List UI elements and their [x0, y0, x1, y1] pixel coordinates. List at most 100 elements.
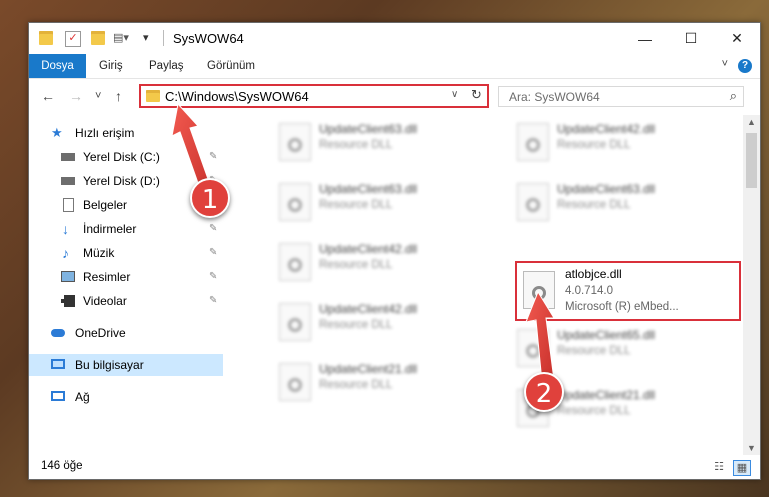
- file-description: Resource DLL: [319, 379, 393, 391]
- pin-icon[interactable]: ✎: [209, 218, 217, 240]
- up-button[interactable]: ↑: [115, 88, 122, 104]
- window-title: SysWOW64: [173, 31, 244, 46]
- computer-icon: [51, 359, 65, 369]
- pin-icon[interactable]: ✎: [209, 242, 217, 264]
- drive-icon: [61, 153, 75, 161]
- file-name: UpdateClient63.dll: [557, 182, 656, 196]
- item-count: 146 öğe: [41, 460, 83, 472]
- cloud-icon: [51, 329, 65, 337]
- close-button[interactable]: ✕: [714, 23, 760, 54]
- file-tile[interactable]: UpdateClient63.dll Resource DLL: [513, 179, 743, 235]
- sidebar-item-onedrive[interactable]: OneDrive: [29, 322, 223, 344]
- pictures-icon: [61, 271, 75, 282]
- download-icon: ↓: [62, 221, 69, 237]
- dll-file-icon: [279, 123, 311, 161]
- refresh-icon[interactable]: ↻: [471, 87, 482, 103]
- status-bar: 146 öğe ☷ ▦: [29, 455, 760, 479]
- search-box[interactable]: Ara: SysWOW64 ⌕: [498, 86, 744, 107]
- folder-icon: [146, 90, 160, 102]
- file-name: UpdateClient42.dll: [319, 302, 418, 316]
- tab-home[interactable]: Giriş: [99, 54, 123, 78]
- search-input[interactable]: Ara: SysWOW64: [509, 90, 600, 104]
- sidebar-item-this-pc[interactable]: Bu bilgisayar: [29, 354, 223, 376]
- file-description: Resource DLL: [557, 405, 631, 417]
- sidebar-item-label: Hızlı erişim: [75, 126, 135, 140]
- file-name: UpdateClient42.dll: [319, 242, 418, 256]
- navigation-bar: ← → ˅ ↑ C:\Windows\SysWOW64 ∨ ↻ Ara: Sys…: [29, 79, 760, 115]
- sidebar-item-pictures[interactable]: Resimler ✎: [29, 266, 223, 288]
- sidebar-item-label: Belgeler: [83, 198, 128, 212]
- network-icon: [51, 391, 65, 401]
- file-name: UpdateClient63.dll: [319, 122, 418, 136]
- quick-access-toolbar-icon[interactable]: ▤▾: [113, 31, 129, 45]
- annotation-badge-2: 2: [524, 372, 564, 412]
- file-tile[interactable]: UpdateClient63.dll Resource DLL: [275, 119, 505, 175]
- address-dropdown-icon[interactable]: ∨: [451, 89, 458, 100]
- file-tile[interactable]: UpdateClient63.dll Resource DLL: [275, 179, 505, 235]
- customize-toolbar-icon[interactable]: ▾: [143, 31, 157, 45]
- document-icon: [63, 198, 74, 212]
- scroll-down-icon[interactable]: ▼: [747, 443, 756, 453]
- sidebar-item-network[interactable]: Ağ: [29, 386, 223, 408]
- sidebar-item-label: İndirmeler: [83, 222, 137, 236]
- vertical-scrollbar[interactable]: ▲ ▼: [743, 115, 760, 455]
- file-tile[interactable]: UpdateClient21.dll Resource DLL: [275, 359, 505, 415]
- file-explorer-window: ✓ ▤▾ ▾ SysWOW64 — ☐ ✕ Dosya Giriş Paylaş…: [28, 22, 761, 480]
- file-description: Resource DLL: [319, 259, 393, 271]
- file-name: UpdateClient21.dll: [319, 362, 418, 376]
- sidebar-item-label: OneDrive: [75, 326, 126, 340]
- maximize-button[interactable]: ☐: [668, 23, 714, 54]
- annotation-badge-1: 1: [190, 178, 230, 218]
- dll-file-icon: [517, 183, 549, 221]
- sidebar-item-label: Müzik: [83, 246, 115, 260]
- sidebar-item-label: Videolar: [83, 294, 127, 308]
- file-description: Resource DLL: [319, 319, 393, 331]
- music-icon: ♪: [62, 245, 69, 261]
- back-button[interactable]: ←: [41, 88, 55, 104]
- recent-locations-button[interactable]: ˅: [95, 90, 101, 102]
- tiles-view-icon[interactable]: ▦: [733, 460, 751, 476]
- dll-file-icon: [279, 183, 311, 221]
- file-tile[interactable]: UpdateClient42.dll Resource DLL: [275, 299, 505, 355]
- sidebar-item-label: Yerel Disk (D:): [83, 174, 160, 188]
- scroll-up-icon[interactable]: ▲: [747, 117, 756, 127]
- file-name: atlobjce.dll: [565, 267, 622, 281]
- tab-file[interactable]: Dosya: [29, 54, 86, 78]
- forward-button[interactable]: →: [69, 88, 83, 104]
- title-bar: ✓ ▤▾ ▾ SysWOW64 — ☐ ✕: [29, 23, 760, 54]
- dll-file-icon: [517, 123, 549, 161]
- sidebar-item-videos[interactable]: Videolar ✎: [29, 290, 223, 312]
- sidebar-item-label: Bu bilgisayar: [75, 358, 144, 372]
- video-icon: [61, 295, 75, 307]
- ribbon-expand-icon[interactable]: ˅: [722, 58, 728, 70]
- pin-icon[interactable]: ✎: [209, 266, 217, 288]
- file-list: UpdateClient63.dll Resource DLL UpdateCl…: [225, 115, 743, 455]
- star-icon: ★: [51, 125, 63, 140]
- file-tile[interactable]: UpdateClient42.dll Resource DLL: [513, 119, 743, 175]
- folder-icon: [39, 31, 53, 45]
- title-separator: [163, 30, 164, 46]
- dll-file-icon: [279, 303, 311, 341]
- tab-view[interactable]: Görünüm: [207, 54, 255, 78]
- sidebar-item-label: Yerel Disk (C:): [83, 150, 160, 164]
- search-icon[interactable]: ⌕: [730, 88, 737, 104]
- file-name: UpdateClient63.dll: [319, 182, 418, 196]
- dll-file-icon: [279, 363, 311, 401]
- pin-icon[interactable]: ✎: [209, 290, 217, 312]
- file-description: Resource DLL: [319, 139, 393, 151]
- new-folder-icon[interactable]: [91, 31, 105, 45]
- sidebar-item-label: Resimler: [83, 270, 131, 284]
- file-tile[interactable]: UpdateClient42.dll Resource DLL: [275, 239, 505, 295]
- sidebar-item-music[interactable]: ♪ Müzik ✎: [29, 242, 223, 264]
- file-description: Resource DLL: [319, 199, 393, 211]
- drive-icon: [61, 177, 75, 185]
- sidebar-item-downloads[interactable]: ↓ İndirmeler ✎: [29, 218, 223, 240]
- properties-icon[interactable]: ✓: [65, 31, 81, 47]
- help-icon[interactable]: ?: [738, 59, 752, 73]
- tab-share[interactable]: Paylaş: [149, 54, 184, 78]
- details-view-icon[interactable]: ☷: [711, 460, 727, 474]
- file-description: Resource DLL: [557, 199, 631, 211]
- scrollbar-thumb[interactable]: [746, 133, 757, 188]
- minimize-button[interactable]: —: [622, 23, 668, 54]
- file-description: Microsoft (R) eMbed...: [565, 301, 679, 313]
